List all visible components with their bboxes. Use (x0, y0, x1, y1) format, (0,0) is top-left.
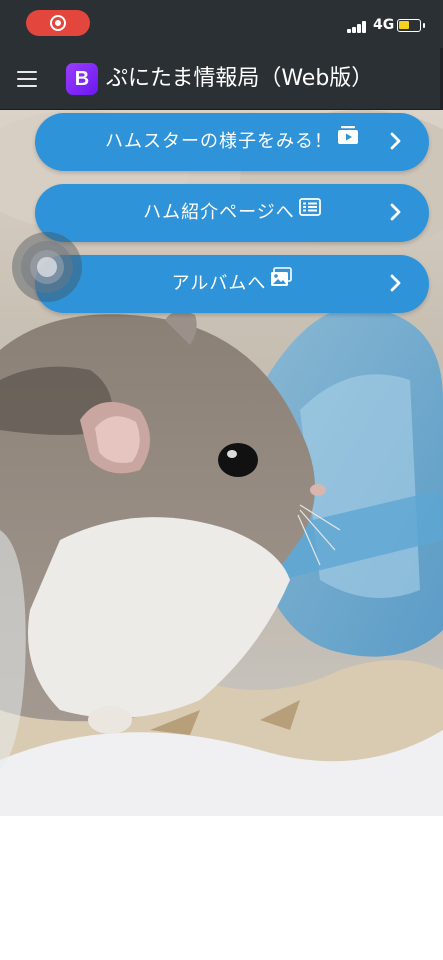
hamster-profile-label: ハム紹介ページへ (143, 202, 295, 223)
photo-icon (270, 253, 293, 311)
hamburger-menu-icon[interactable] (17, 71, 37, 87)
cellular-signal-icon (347, 21, 369, 33)
chevron-right-icon (390, 132, 401, 150)
album-button[interactable]: アルバムへ (35, 255, 429, 313)
watch-hamster-button[interactable]: ハムスターの様子をみる！ (35, 113, 429, 171)
chevron-right-icon (390, 274, 401, 292)
network-type: 4G (373, 17, 395, 33)
bootstrap-logo-icon[interactable]: B (66, 63, 98, 95)
watch-hamster-label: ハムスターの様子をみる！ (105, 131, 333, 152)
top-navbar: B ぷにたま情報局（Web版） (0, 48, 443, 110)
screen-recording-indicator[interactable] (26, 10, 90, 36)
video-play-icon (337, 111, 359, 169)
chevron-right-icon (390, 203, 401, 221)
album-label: アルバムへ (171, 273, 267, 294)
hamster-profile-button[interactable]: ハム紹介ページへ (35, 184, 429, 242)
list-card-icon (298, 182, 321, 240)
assistive-touch-button[interactable] (12, 232, 82, 302)
record-icon (50, 15, 66, 31)
battery-icon (397, 19, 425, 32)
status-bar: 4G (0, 0, 443, 48)
site-title[interactable]: ぷにたま情報局（Web版） (106, 65, 373, 93)
